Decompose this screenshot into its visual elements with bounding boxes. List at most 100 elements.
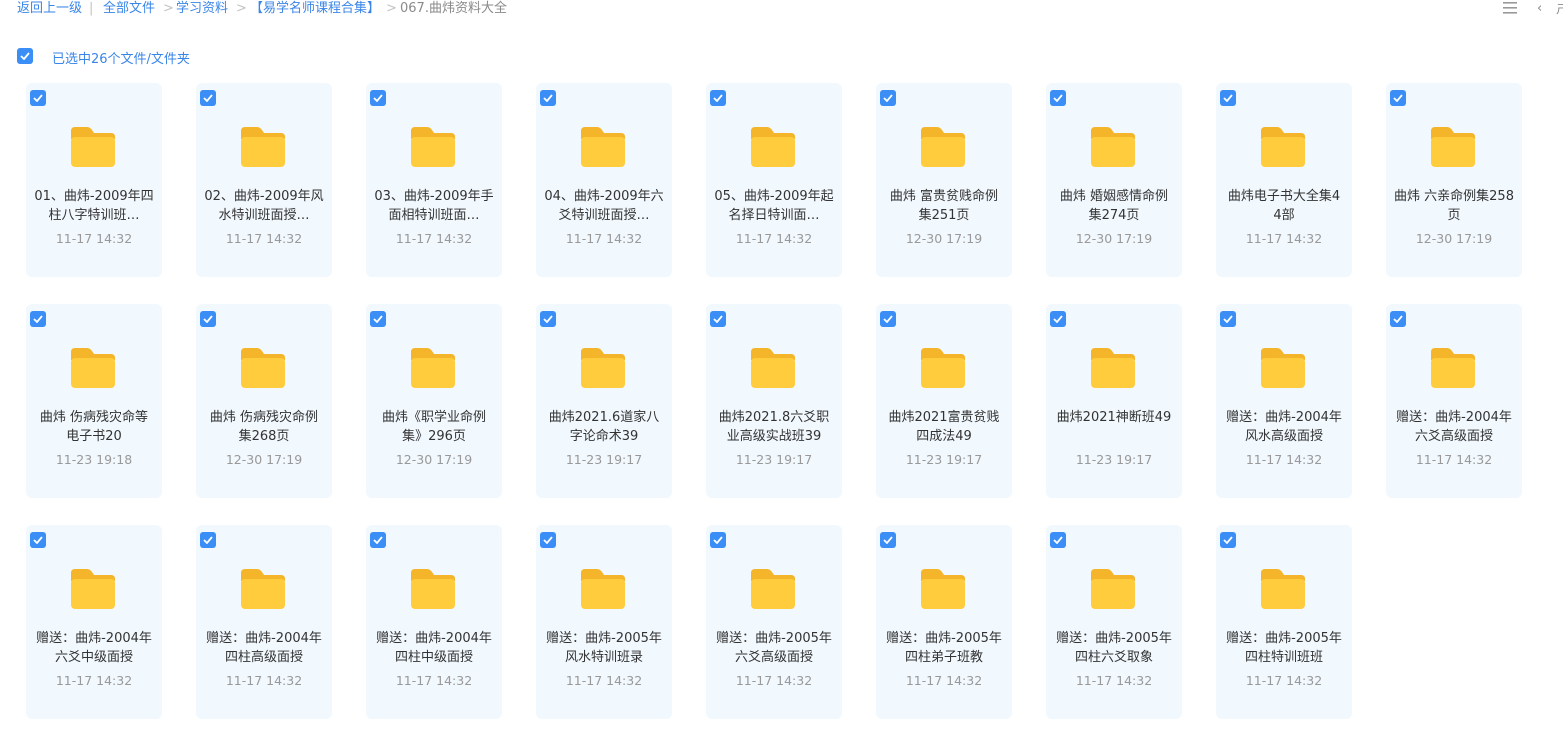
checkmark-icon <box>883 94 893 102</box>
file-name: 曲炜 伤病残灾命例集268页 <box>209 410 319 444</box>
folder-icon <box>751 569 795 609</box>
folder-icon <box>241 348 285 388</box>
breadcrumb-item-collection[interactable]: 【易学名师课程合集】 <box>250 0 380 18</box>
breadcrumb-item-all-files[interactable]: 全部文件 <box>103 0 155 18</box>
file-checkbox[interactable] <box>710 311 726 327</box>
file-time: 12-30 17:19 <box>225 452 303 467</box>
file-card[interactable]: 赠送：曲炜-2005年风水特训班录 11-17 14:32 <box>536 525 672 719</box>
list-view-icon[interactable] <box>1503 2 1517 14</box>
file-checkbox[interactable] <box>1050 311 1066 327</box>
file-card[interactable]: 曲炜2021.8六爻职业高级实战班39 11-23 19:17 <box>706 304 842 498</box>
checkmark-icon <box>373 94 383 102</box>
file-checkbox[interactable] <box>540 532 556 548</box>
checkmark-icon <box>203 315 213 323</box>
file-time: 11-17 14:32 <box>225 231 303 246</box>
file-checkbox[interactable] <box>540 311 556 327</box>
file-card[interactable]: 赠送：曲炜-2004年六爻中级面授 11-17 14:32 <box>26 525 162 719</box>
folder-icon <box>241 127 285 167</box>
checkmark-icon <box>1053 536 1063 544</box>
file-checkbox[interactable] <box>30 532 46 548</box>
file-card[interactable]: 赠送：曲炜-2005年四柱弟子班教 11-17 14:32 <box>876 525 1012 719</box>
file-card[interactable]: 02、曲炜-2009年风水特训班面授… 11-17 14:32 <box>196 83 332 277</box>
file-card[interactable]: 01、曲炜-2009年四柱八字特训班… 11-17 14:32 <box>26 83 162 277</box>
file-card[interactable]: 曲炜 婚姻感情命例集274页 12-30 17:19 <box>1046 83 1182 277</box>
file-card[interactable]: 05、曲炜-2009年起名择日特训面… 11-17 14:32 <box>706 83 842 277</box>
file-card[interactable]: 曲炜 六亲命例集258页 12-30 17:19 <box>1386 83 1522 277</box>
file-card[interactable]: 曲炜 伤病残灾命等电子书20 11-23 19:18 <box>26 304 162 498</box>
file-card[interactable]: 赠送：曲炜-2004年四柱高级面授 11-17 14:32 <box>196 525 332 719</box>
folder-icon <box>581 348 625 388</box>
checkmark-icon <box>1393 94 1403 102</box>
file-card[interactable]: 曲炜《职学业命例集》296页 12-30 17:19 <box>366 304 502 498</box>
file-card[interactable]: 赠送：曲炜-2004年六爻高级面授 11-17 14:32 <box>1386 304 1522 498</box>
file-checkbox[interactable] <box>1390 311 1406 327</box>
file-checkbox[interactable] <box>880 90 896 106</box>
file-card[interactable]: 曲炜2021神断班49 11-23 19:17 <box>1046 304 1182 498</box>
file-name: 曲炜电子书大全集44部 <box>1227 189 1341 223</box>
checkmark-icon <box>713 536 723 544</box>
checkmark-icon <box>1053 315 1063 323</box>
file-checkbox[interactable] <box>200 90 216 106</box>
file-checkbox[interactable] <box>200 311 216 327</box>
file-checkbox[interactable] <box>370 90 386 106</box>
file-checkbox[interactable] <box>370 532 386 548</box>
checkmark-icon <box>1223 536 1233 544</box>
checkmark-icon <box>1223 315 1233 323</box>
file-time: 11-17 14:32 <box>735 673 813 688</box>
file-name: 01、曲炜-2009年四柱八字特训班… <box>34 189 154 223</box>
file-time: 11-17 14:32 <box>55 673 133 688</box>
folder-icon <box>1091 348 1135 388</box>
file-card[interactable]: 曲炜2021富贵贫贱四成法49 11-23 19:17 <box>876 304 1012 498</box>
file-checkbox[interactable] <box>1220 90 1236 106</box>
file-time: 12-30 17:19 <box>1415 231 1493 246</box>
checkmark-icon <box>373 315 383 323</box>
file-checkbox[interactable] <box>370 311 386 327</box>
folder-icon <box>921 348 965 388</box>
file-card[interactable]: 曲炜电子书大全集44部 11-17 14:32 <box>1216 83 1352 277</box>
file-checkbox[interactable] <box>710 532 726 548</box>
file-checkbox[interactable] <box>880 532 896 548</box>
file-card[interactable]: 曲炜2021.6道家八字论命术39 11-23 19:17 <box>536 304 672 498</box>
file-checkbox[interactable] <box>540 90 556 106</box>
back-link[interactable]: 返回上一级 <box>17 0 82 18</box>
file-time: 11-17 14:32 <box>1245 452 1323 467</box>
file-checkbox[interactable] <box>710 90 726 106</box>
file-name: 曲炜2021神断班49 <box>1056 410 1172 425</box>
folder-icon <box>1261 127 1305 167</box>
checkmark-icon <box>373 536 383 544</box>
file-card[interactable]: 赠送：曲炜-2004年风水高级面授 11-17 14:32 <box>1216 304 1352 498</box>
file-time: 11-17 14:32 <box>55 231 133 246</box>
file-name: 04、曲炜-2009年六爻特训班面授… <box>544 189 664 223</box>
file-name: 02、曲炜-2009年风水特训班面授… <box>204 189 324 223</box>
file-card[interactable]: 03、曲炜-2009年手面相特训班面… 11-17 14:32 <box>366 83 502 277</box>
file-checkbox[interactable] <box>1390 90 1406 106</box>
chevron-left-icon[interactable]: ‹ <box>1537 0 1542 18</box>
file-card[interactable]: 赠送：曲炜-2005年六爻高级面授 11-17 14:32 <box>706 525 842 719</box>
file-checkbox[interactable] <box>1220 532 1236 548</box>
file-checkbox[interactable] <box>1050 90 1066 106</box>
file-checkbox[interactable] <box>880 311 896 327</box>
file-name: 曲炜2021富贵贫贱四成法49 <box>888 410 1000 444</box>
folder-icon <box>1261 569 1305 609</box>
file-card[interactable]: 曲炜 富贵贫贱命例集251页 12-30 17:19 <box>876 83 1012 277</box>
file-checkbox[interactable] <box>1050 532 1066 548</box>
breadcrumb-item-study[interactable]: 学习资料 <box>176 0 228 18</box>
file-time: 11-23 19:17 <box>565 452 643 467</box>
file-card[interactable]: 赠送：曲炜-2005年四柱特训班班 11-17 14:32 <box>1216 525 1352 719</box>
file-checkbox[interactable] <box>1220 311 1236 327</box>
breadcrumb-arrow: > <box>386 1 397 16</box>
checkmark-icon <box>20 52 30 60</box>
file-checkbox[interactable] <box>30 90 46 106</box>
file-card[interactable]: 赠送：曲炜-2004年四柱中级面授 11-17 14:32 <box>366 525 502 719</box>
file-card[interactable]: 赠送：曲炜-2005年四柱六爻取象 11-17 14:32 <box>1046 525 1182 719</box>
select-all-checkbox[interactable] <box>17 48 33 64</box>
folder-icon <box>1091 127 1135 167</box>
file-time: 11-17 14:32 <box>565 231 643 246</box>
file-checkbox[interactable] <box>200 532 216 548</box>
file-card[interactable]: 曲炜 伤病残灾命例集268页 12-30 17:19 <box>196 304 332 498</box>
folder-icon <box>751 348 795 388</box>
file-checkbox[interactable] <box>30 311 46 327</box>
file-card[interactable]: 04、曲炜-2009年六爻特训班面授… 11-17 14:32 <box>536 83 672 277</box>
folder-icon <box>921 127 965 167</box>
file-name: 赠送：曲炜-2005年四柱特训班班 <box>1226 631 1342 665</box>
